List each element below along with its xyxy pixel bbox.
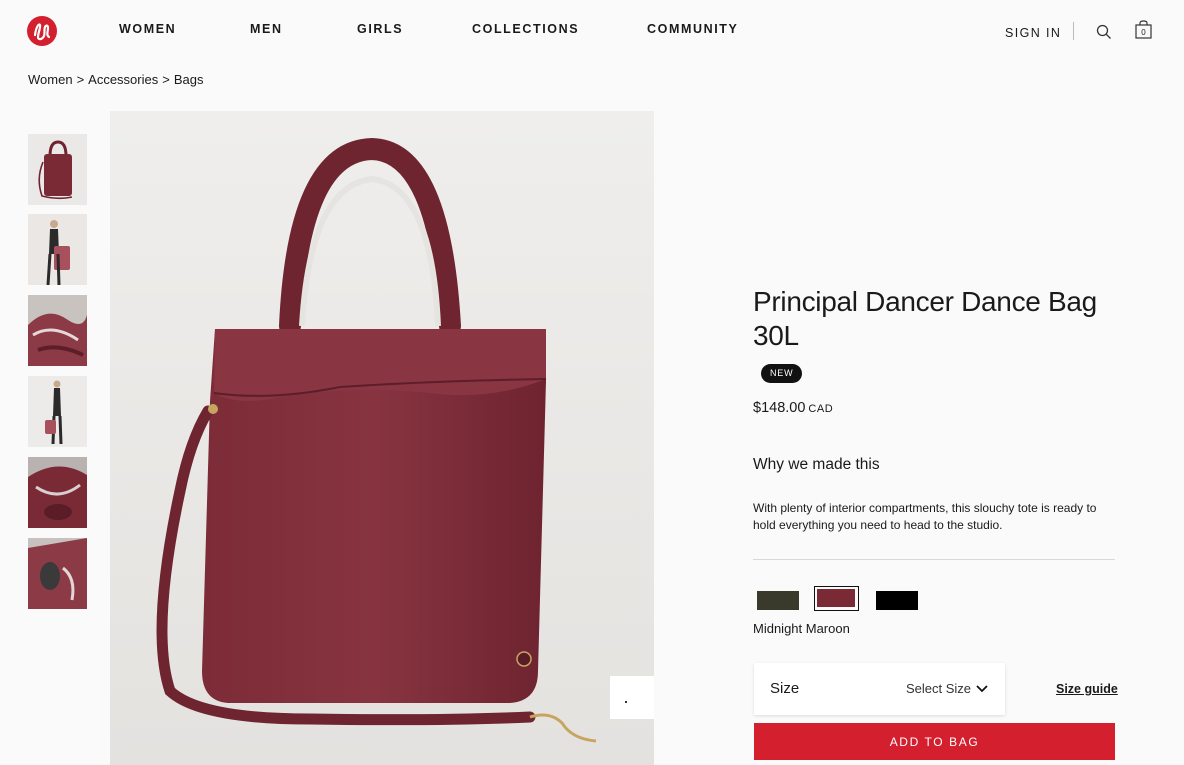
sign-in-link[interactable]: SIGN IN	[1005, 26, 1061, 40]
bag-count: 0	[1141, 28, 1146, 37]
size-label: Size	[770, 680, 800, 697]
nav-girls[interactable]: GIRLS	[357, 22, 403, 36]
nav-men[interactable]: MEN	[250, 22, 283, 36]
size-select[interactable]: Size Select Size	[754, 663, 1005, 715]
price-currency: CAD	[808, 403, 834, 415]
color-swatch-dark-olive[interactable]	[757, 591, 799, 610]
breadcrumb-bags[interactable]: Bags	[174, 72, 204, 87]
product-title: Principal Dancer Dance Bag 30L	[753, 286, 1097, 351]
why-we-made-this-heading: Why we made this	[753, 456, 880, 473]
price-amount: $148.00	[753, 400, 806, 416]
breadcrumb-women[interactable]: Women	[28, 72, 73, 87]
thumbnail-model-carrying-bag[interactable]	[28, 214, 87, 285]
thumbnail-bag-pocket-detail[interactable]	[28, 538, 87, 609]
chevron-down-icon	[976, 685, 988, 693]
search-icon[interactable]	[1096, 24, 1112, 40]
add-to-bag-button[interactable]: ADD TO BAG	[754, 723, 1115, 760]
selected-color-label: Midnight Maroon	[753, 621, 850, 636]
new-badge: NEW	[761, 364, 803, 383]
thumbnail-bag-interior[interactable]	[28, 295, 87, 366]
divider	[753, 559, 1115, 560]
nav-collections[interactable]: COLLECTIONS	[472, 22, 579, 36]
nav-community[interactable]: COMMUNITY	[647, 22, 738, 36]
breadcrumb-separator: >	[76, 72, 85, 87]
breadcrumb-separator: >	[162, 72, 170, 87]
thumbnail-bag-interior-detail[interactable]	[28, 457, 87, 528]
breadcrumb: Women > Accessories > Bags	[28, 72, 203, 87]
thumbnail-model-full-body[interactable]	[28, 376, 87, 447]
header-divider	[1073, 22, 1074, 40]
product-price: $148.00 CAD	[753, 400, 833, 416]
color-swatch-midnight-maroon[interactable]	[814, 586, 859, 611]
why-we-made-this-text: With plenty of interior compartments, th…	[753, 501, 1097, 532]
size-guide-link[interactable]: Size guide	[1056, 682, 1118, 696]
zoom-button[interactable]	[610, 676, 654, 719]
size-select-value: Select Size	[906, 681, 972, 696]
lululemon-logo-icon[interactable]	[26, 15, 58, 47]
main-product-image[interactable]	[110, 111, 654, 765]
breadcrumb-accessories[interactable]: Accessories	[88, 72, 158, 87]
swatch-fill	[817, 589, 855, 607]
nav-women[interactable]: WOMEN	[119, 22, 176, 36]
thumbnail-bag-front[interactable]	[28, 134, 87, 205]
color-swatch-black[interactable]	[876, 591, 918, 610]
